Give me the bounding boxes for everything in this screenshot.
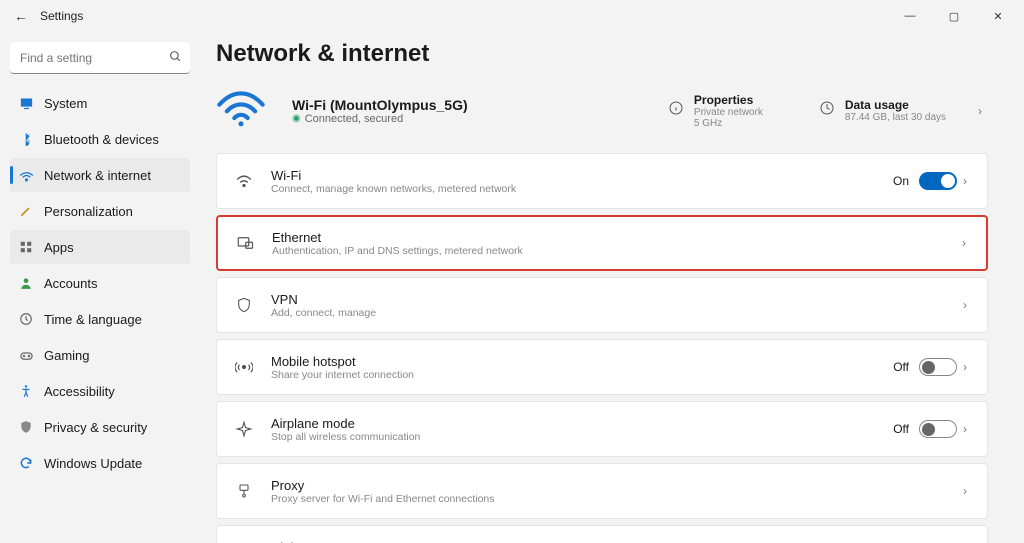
chevron-right-icon: › (957, 422, 973, 436)
vpn-card[interactable]: VPN Add, connect, manage › (216, 277, 988, 333)
info-icon (668, 100, 684, 121)
properties-band: 5 GHz (694, 118, 763, 129)
sidebar-item-apps[interactable]: Apps (10, 230, 190, 264)
page-title: Network & internet (216, 40, 988, 68)
sidebar-item-network[interactable]: Network & internet (10, 158, 190, 192)
card-subtitle: Stop all wireless communication (271, 431, 420, 443)
card-title: Ethernet (272, 230, 523, 245)
chevron-right-icon[interactable]: › (972, 104, 988, 118)
card-title: Wi-Fi (271, 168, 516, 183)
card-title: Airplane mode (271, 416, 420, 431)
properties-network-type: Private network (694, 107, 763, 118)
hotspot-toggle-label: Off (893, 360, 909, 374)
sidebar-item-label: Apps (44, 240, 74, 255)
titlebar: ← Settings — ▢ ✕ (0, 0, 1024, 32)
data-usage-block[interactable]: Data usage 87.44 GB, last 30 days (819, 98, 946, 123)
close-button[interactable]: ✕ (976, 0, 1020, 32)
card-title: VPN (271, 292, 376, 307)
sidebar-item-bluetooth[interactable]: Bluetooth & devices (10, 122, 190, 156)
sidebar-item-time[interactable]: Time & language (10, 302, 190, 336)
card-subtitle: Add, connect, manage (271, 307, 376, 319)
data-usage-icon (819, 100, 835, 121)
network-icon (18, 167, 34, 183)
airplane-mode-card[interactable]: Airplane mode Stop all wireless communic… (216, 401, 988, 457)
card-subtitle: Connect, manage known networks, metered … (271, 183, 516, 195)
bluetooth-icon (18, 131, 34, 147)
card-title: Dial-up (271, 540, 436, 543)
vpn-icon (231, 296, 257, 314)
wifi-toggle[interactable] (919, 172, 957, 190)
card-title: Proxy (271, 478, 495, 493)
airplane-toggle[interactable] (919, 420, 957, 438)
wifi-name: Wi-Fi (MountOlympus_5G) (292, 97, 468, 113)
properties-label: Properties (694, 93, 763, 107)
sidebar-item-label: Accounts (44, 276, 97, 291)
card-subtitle: Share your internet connection (271, 369, 414, 381)
sidebar: System Bluetooth & devices Network & int… (0, 32, 200, 543)
wifi-card[interactable]: Wi-Fi Connect, manage known networks, me… (216, 153, 988, 209)
wifi-connection-status: Connected, secured (305, 113, 403, 125)
proxy-card[interactable]: Proxy Proxy server for Wi-Fi and Etherne… (216, 463, 988, 519)
sidebar-item-accessibility[interactable]: Accessibility (10, 374, 190, 408)
airplane-toggle-label: Off (893, 422, 909, 436)
maximize-button[interactable]: ▢ (932, 0, 976, 32)
search-icon (169, 50, 182, 66)
ethernet-card[interactable]: Ethernet Authentication, IP and DNS sett… (216, 215, 988, 271)
search-input[interactable] (10, 42, 190, 74)
chevron-right-icon: › (957, 484, 973, 498)
sidebar-item-personalization[interactable]: Personalization (10, 194, 190, 228)
update-icon (18, 455, 34, 471)
sidebar-item-update[interactable]: Windows Update (10, 446, 190, 480)
sidebar-item-accounts[interactable]: Accounts (10, 266, 190, 300)
sidebar-item-privacy[interactable]: Privacy & security (10, 410, 190, 444)
data-usage-label: Data usage (845, 98, 946, 112)
sidebar-item-label: Personalization (44, 204, 133, 219)
network-status-row: Wi-Fi (MountOlympus_5G) ◉ Connected, sec… (216, 88, 988, 133)
chevron-right-icon: › (956, 236, 972, 250)
card-title: Mobile hotspot (271, 354, 414, 369)
apps-icon (18, 239, 34, 255)
sidebar-item-label: Privacy & security (44, 420, 147, 435)
card-subtitle: Proxy server for Wi-Fi and Ethernet conn… (271, 493, 495, 505)
airplane-icon (231, 420, 257, 438)
wifi-toggle-label: On (893, 174, 909, 188)
proxy-icon (231, 482, 257, 500)
back-button[interactable]: ← (14, 8, 28, 24)
personalization-icon (18, 203, 34, 219)
wifi-large-icon (216, 88, 266, 133)
mobile-hotspot-card[interactable]: Mobile hotspot Share your internet conne… (216, 339, 988, 395)
sidebar-item-label: Windows Update (44, 456, 142, 471)
chevron-right-icon: › (957, 360, 973, 374)
sidebar-item-system[interactable]: System (10, 86, 190, 120)
ethernet-icon (232, 234, 258, 252)
gaming-icon (18, 347, 34, 363)
time-icon (18, 311, 34, 327)
chevron-right-icon: › (957, 174, 973, 188)
dialup-card[interactable]: Dial-up Set up a dial-up internet connec… (216, 525, 988, 543)
wifi-status-text: Wi-Fi (MountOlympus_5G) ◉ Connected, sec… (292, 97, 468, 125)
main-content: Network & internet Wi-Fi (MountOlympus_5… (200, 32, 1024, 543)
secured-icon: ◉ (292, 113, 301, 124)
sidebar-item-label: System (44, 96, 87, 111)
data-usage-value: 87.44 GB, last 30 days (845, 112, 946, 123)
minimize-button[interactable]: — (888, 0, 932, 32)
privacy-icon (18, 419, 34, 435)
sidebar-item-label: Network & internet (44, 168, 151, 183)
chevron-right-icon: › (957, 298, 973, 312)
properties-block[interactable]: Properties Private network 5 GHz (668, 93, 763, 129)
sidebar-item-label: Time & language (44, 312, 142, 327)
hotspot-icon (231, 358, 257, 376)
accessibility-icon (18, 383, 34, 399)
card-subtitle: Authentication, IP and DNS settings, met… (272, 245, 523, 257)
hotspot-toggle[interactable] (919, 358, 957, 376)
system-icon (18, 95, 34, 111)
accounts-icon (18, 275, 34, 291)
sidebar-item-label: Bluetooth & devices (44, 132, 159, 147)
window-title: Settings (40, 9, 83, 23)
sidebar-item-label: Accessibility (44, 384, 115, 399)
sidebar-item-label: Gaming (44, 348, 90, 363)
sidebar-item-gaming[interactable]: Gaming (10, 338, 190, 372)
wifi-icon (231, 172, 257, 190)
search-box[interactable] (10, 42, 190, 74)
